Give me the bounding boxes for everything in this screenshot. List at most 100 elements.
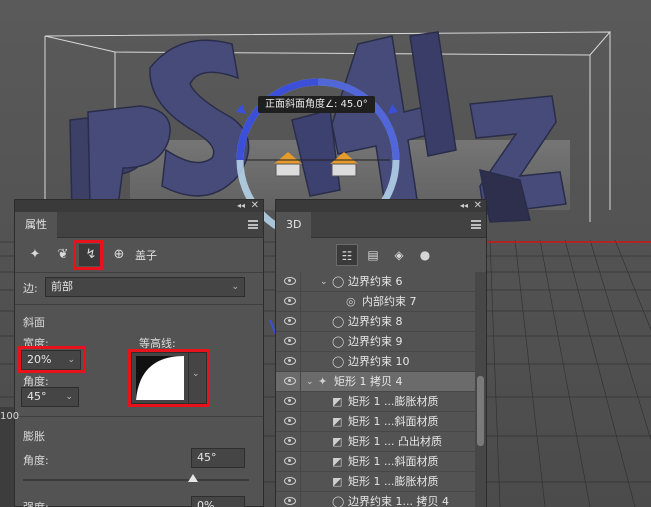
panel-menu-icon[interactable] (471, 220, 481, 229)
layer-row[interactable]: ◯ 边界约束 1... 拷贝 4 (276, 492, 476, 507)
scene-icon[interactable]: ☷ (336, 244, 358, 266)
material-icon: ◩ (332, 435, 343, 448)
divider (300, 412, 301, 432)
material-icon: ◩ (332, 395, 343, 408)
inflate-angle-slider-thumb[interactable] (187, 474, 198, 482)
cap-icon-highlight (73, 240, 103, 270)
lights-icon[interactable]: ● (414, 244, 436, 266)
materials-icon[interactable]: ◈ (388, 244, 410, 266)
contour-highlight (128, 349, 210, 407)
visibility-eye-icon[interactable] (284, 317, 296, 325)
mesh-icon[interactable]: ✦ (23, 244, 47, 266)
constraint-icon: ◯ (332, 355, 345, 368)
side-label: 边: (23, 282, 38, 295)
double-chevron-icon[interactable]: ◂◂ (460, 200, 468, 212)
divider (300, 452, 301, 472)
layer-label: 边界约束 6 (348, 275, 403, 288)
visibility-eye-icon[interactable] (284, 397, 296, 405)
material-icon: ◩ (332, 475, 343, 488)
bevel-angle-value: 45° (27, 390, 47, 403)
inflate-angle-value: 45° (197, 451, 217, 464)
panel-menu-icon[interactable] (248, 220, 258, 229)
layer-row[interactable]: ◩ 矩形 1 ...膨胀材质 (276, 392, 476, 412)
inflate-angle-slider-track[interactable] (23, 479, 249, 481)
meshes-icon[interactable]: ▤ (362, 244, 384, 266)
layer-row[interactable]: ⌄ ◯ 边界约束 6 (276, 272, 476, 292)
properties-panel: ◂◂ ✕ 属性 ✦ ❦ ↯ ⊕ 盖子 边: 前部 ⌄ 斜面 宽度: 等高线: 2… (14, 199, 264, 507)
divider (15, 416, 263, 417)
inflate-angle-field[interactable]: 45° (191, 448, 245, 468)
divider (300, 492, 301, 507)
bevel-section-label: 斜面 (23, 316, 45, 329)
panel-title-strip: ◂◂ ✕ (276, 200, 486, 212)
expand-arrow-icon[interactable]: ⌄ (320, 275, 328, 289)
layer-label: 矩形 1 拷贝 4 (334, 375, 403, 388)
visibility-eye-icon[interactable] (284, 417, 296, 425)
layer-row[interactable]: ◩ 矩形 1 ...膨胀材质 (276, 472, 476, 492)
visibility-eye-icon[interactable] (284, 477, 296, 485)
constraint-icon: ◯ (332, 495, 345, 507)
layer-row[interactable]: ◩ 矩形 1 ... 凸出材质 (276, 432, 476, 452)
chevron-down-icon: ⌄ (231, 282, 239, 292)
visibility-eye-icon[interactable] (284, 497, 296, 505)
layer-label: 矩形 1 ... 凸出材质 (348, 435, 442, 448)
close-icon[interactable]: ✕ (474, 200, 482, 212)
layer-row[interactable]: ⌄ ✦ 矩形 1 拷贝 4 (276, 372, 476, 392)
3d-tabbar: 3D (276, 212, 486, 238)
side-select[interactable]: 前部 ⌄ (45, 277, 245, 297)
bevel-angle-field[interactable]: 45° ⌄ (21, 387, 79, 407)
divider (300, 272, 301, 292)
inflate-angle-label: 角度: (23, 454, 49, 467)
visibility-eye-icon[interactable] (284, 337, 296, 345)
visibility-eye-icon[interactable] (284, 377, 296, 385)
layer-label: 边界约束 8 (348, 315, 403, 328)
divider (300, 352, 301, 372)
layer-row[interactable]: ◩ 矩形 1 ...斜面材质 (276, 452, 476, 472)
layer-row[interactable]: ◯ 边界约束 8 (276, 312, 476, 332)
layer-row[interactable]: ◯ 边界约束 10 (276, 352, 476, 372)
visibility-eye-icon[interactable] (284, 277, 296, 285)
chevron-down-icon: ⌄ (65, 392, 73, 402)
constraint-icon: ◯ (332, 335, 345, 348)
canvas-ruler-strip (0, 407, 14, 507)
close-icon[interactable]: ✕ (251, 200, 259, 212)
layer-label: 内部约束 7 (362, 295, 417, 308)
divider (15, 304, 263, 305)
bevel-angle-tooltip: 正面斜面角度∠: 45.0° (258, 96, 375, 113)
layer-row[interactable]: ◯ 边界约束 9 (276, 332, 476, 352)
divider (300, 332, 301, 352)
layer-label: 边界约束 9 (348, 335, 403, 348)
divider (300, 472, 301, 492)
layer-row[interactable]: ◎ 内部约束 7 (276, 292, 476, 312)
layer-label: 边界约束 10 (348, 355, 410, 368)
double-chevron-icon[interactable]: ◂◂ (237, 200, 245, 212)
side-select-value: 前部 (51, 280, 73, 293)
layer-row[interactable]: ◩ 矩形 1 ...斜面材质 (276, 412, 476, 432)
inflate-strength-label: 强度: (23, 499, 49, 507)
cap-mode-label: 盖子 (135, 249, 157, 262)
constraint-icon: ◯ (332, 275, 345, 288)
tab-3d[interactable]: 3D (276, 212, 312, 238)
visibility-eye-icon[interactable] (284, 457, 296, 465)
divider (300, 392, 301, 412)
coordinates-icon[interactable]: ⊕ (107, 244, 131, 266)
visibility-eye-icon[interactable] (284, 437, 296, 445)
layer-label: 矩形 1 ...斜面材质 (348, 415, 439, 428)
divider (15, 272, 263, 273)
expand-arrow-icon[interactable]: ⌄ (306, 375, 314, 389)
deform-icon[interactable]: ❦ (51, 244, 75, 266)
properties-mode-toolbar: ✦ ❦ ↯ ⊕ 盖子 (23, 244, 253, 268)
visibility-eye-icon[interactable] (284, 297, 296, 305)
3d-panel: ◂◂ ✕ 3D ☷ ▤ ◈ ● ⌄ ◯ 边界约束 6 ◎ 内部约束 7 ◯ 边界约束 8 ◯ 边… (275, 199, 487, 507)
layer-label: 矩形 1 ...斜面材质 (348, 455, 439, 468)
3d-layer-list: ⌄ ◯ 边界约束 6 ◎ 内部约束 7 ◯ 边界约束 8 ◯ 边界约束 9 ◯ 边界约束 10 ⌄ ✦ 矩… (276, 272, 476, 507)
mesh-icon: ✦ (318, 375, 328, 388)
inner-constraint-icon: ◎ (346, 295, 356, 308)
visibility-eye-icon[interactable] (284, 357, 296, 365)
scrollbar-thumb[interactable] (477, 376, 484, 446)
divider (300, 432, 301, 452)
tab-properties[interactable]: 属性 (15, 212, 57, 238)
inflate-strength-field[interactable]: 0% (191, 496, 245, 507)
bevel-width-highlight (18, 346, 86, 373)
layer-list-scrollbar[interactable] (475, 272, 486, 507)
